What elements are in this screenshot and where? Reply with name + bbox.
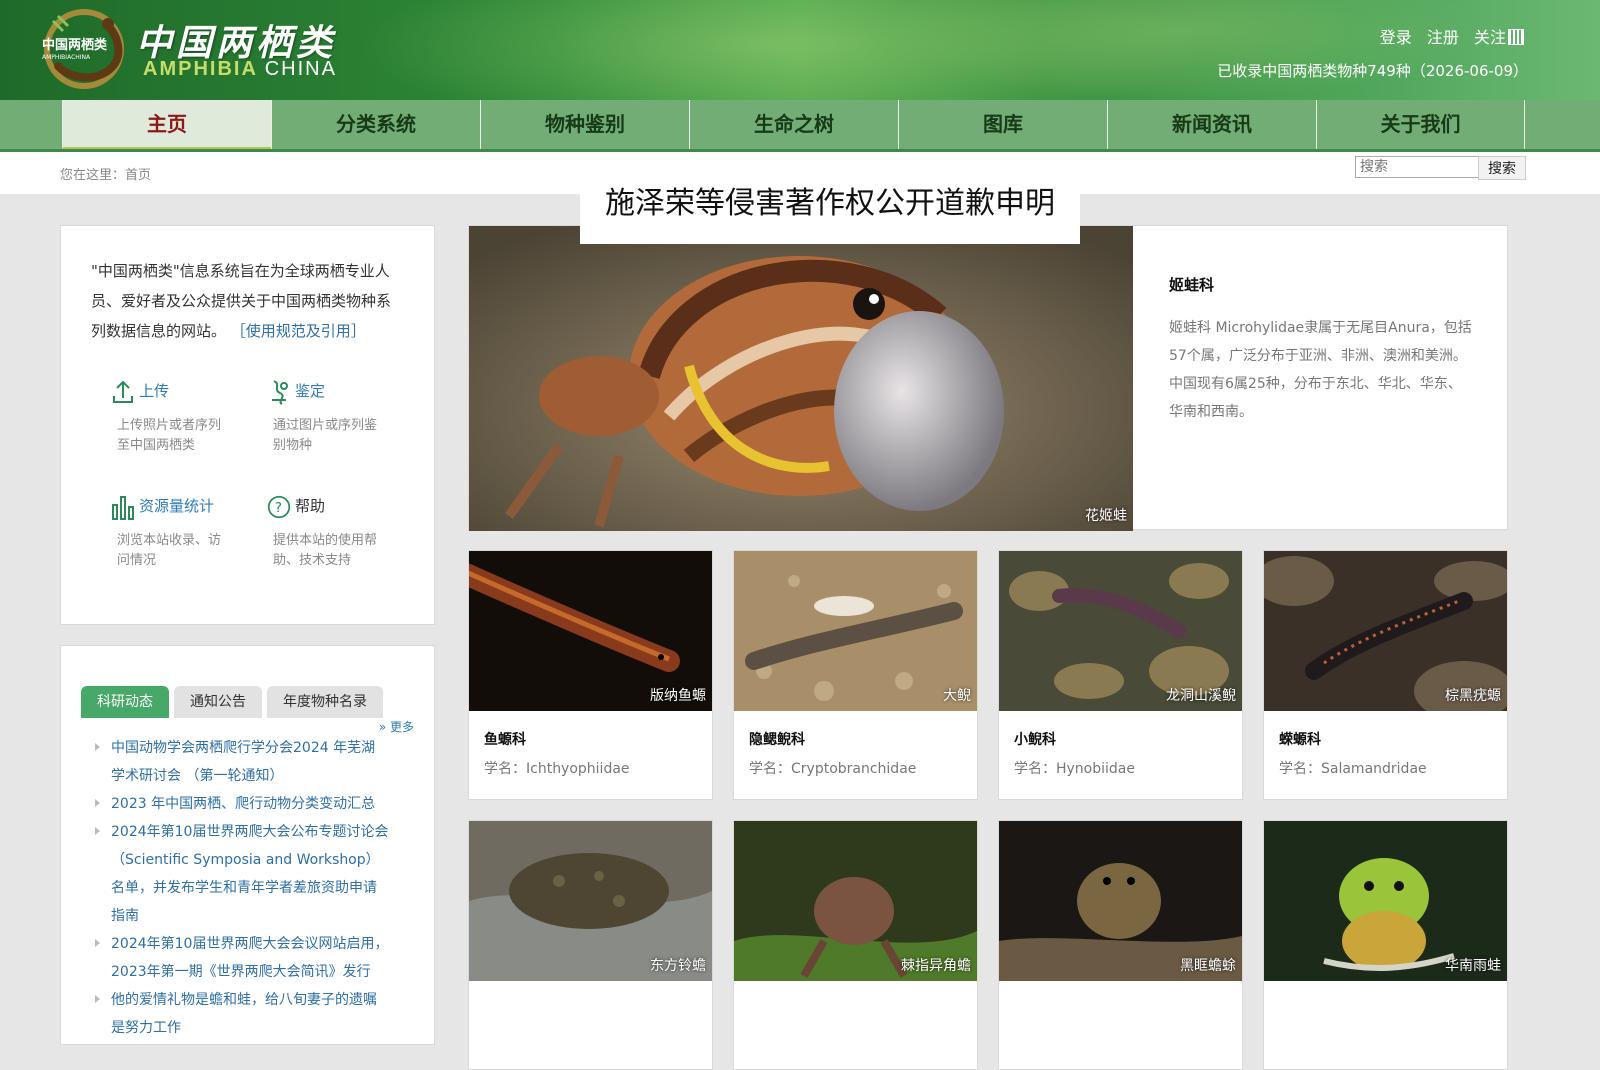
family-card[interactable]: 大鲵隐鳃鲵科学名：Cryptobranchidae xyxy=(733,550,978,800)
stats-icon xyxy=(112,495,134,520)
nav-item-1[interactable]: 分类系统 xyxy=(271,100,480,149)
tool-upload-title: 上传 xyxy=(139,382,170,400)
news-item[interactable]: 2023 年中国两栖、爬行动物分类变动汇总 xyxy=(89,790,389,818)
user-links: 登录 注册 关注 xyxy=(1370,24,1524,48)
qr-code-icon xyxy=(1508,29,1524,45)
card-photo[interactable]: 东方铃蟾 xyxy=(469,821,712,981)
nav-item-2[interactable]: 物种鉴别 xyxy=(480,100,689,149)
news-tab-0[interactable]: 科研动态 xyxy=(81,686,169,718)
news-tab-2[interactable]: 年度物种名录 xyxy=(267,686,383,718)
card-family-name[interactable]: 隐鳃鲵科 xyxy=(749,729,805,749)
feature-panel: 花姬蛙 姬蛙科 姬蛙科 Microhylidae隶属于无尾目Anura，包括57… xyxy=(468,225,1508,531)
feature-description: 姬蛙科 Microhylidae隶属于无尾目Anura，包括57个属，广泛分布于… xyxy=(1169,320,1472,420)
tool-stats-desc: 浏览本站收录、访问情况 xyxy=(117,533,222,568)
card-photo[interactable]: 大鲵 xyxy=(734,551,977,711)
tool-stats[interactable]: 资源量统计 浏览本站收录、访问情况 xyxy=(111,491,251,571)
nav-item-6[interactable]: 关于我们 xyxy=(1316,100,1525,149)
news-item[interactable]: 他的爱情礼物是蟾和蛙，给八旬妻子的遗嘱是努力工作 xyxy=(89,986,389,1042)
logo-en-amphibia: AMPHIBIA xyxy=(143,58,258,80)
card-scientific-name: 学名：Salamandridae xyxy=(1279,761,1427,777)
site-logo-english[interactable]: AMPHIBIA CHINA xyxy=(143,58,337,81)
identify-icon xyxy=(272,379,288,405)
tool-upload-desc: 上传照片或者序列至中国两栖类 xyxy=(117,418,222,453)
family-card[interactable]: 黑眶蟾蜍 xyxy=(998,820,1243,1070)
card-scientific-name: 学名：Hynobiidae xyxy=(1014,761,1135,777)
card-photo-label: 黑眶蟾蜍 xyxy=(1180,958,1236,974)
card-photo[interactable]: 黑眶蟾蜍 xyxy=(999,821,1242,981)
logo-en-china: CHINA xyxy=(264,58,337,80)
news-item[interactable]: 2024年第10届世界两爬大会会议网站启用，2023年第一期《世界两爬大会简讯》… xyxy=(89,930,389,986)
card-photo[interactable]: 版纳鱼螈 xyxy=(469,551,712,711)
card-photo[interactable]: 龙洞山溪鲵 xyxy=(999,551,1242,711)
svg-text:?: ? xyxy=(275,500,282,516)
news-list: 中国动物学会两栖爬行学分会2024 年芜湖学术研讨会 （第一轮通知） 2023 年… xyxy=(89,734,389,1042)
register-link[interactable]: 注册 xyxy=(1427,28,1459,47)
card-photo-label: 华南雨蛙 xyxy=(1445,958,1501,974)
intro-panel: "中国两栖类"信息系统旨在为全球两栖专业人员、爱好者及公众提供关于中国两栖类物种… xyxy=(60,225,435,625)
news-tab-1[interactable]: 通知公告 xyxy=(174,686,262,718)
salamander-logo-icon[interactable]: 中国两栖类 AMPHIBIACHINA xyxy=(38,6,130,92)
card-family-name[interactable]: 小鲵科 xyxy=(1014,729,1056,749)
card-family-name[interactable]: 鱼螈科 xyxy=(484,729,526,749)
tool-identify-title: 鉴定 xyxy=(295,382,326,400)
card-photo[interactable]: 华南雨蛙 xyxy=(1264,821,1507,981)
card-scientific-name: 学名：Ichthyophiidae xyxy=(484,761,630,777)
follow-label: 关注 xyxy=(1473,28,1506,47)
card-photo-label: 东方铃蟾 xyxy=(650,958,706,974)
family-card[interactable]: 龙洞山溪鲵小鲵科学名：Hynobiidae xyxy=(998,550,1243,800)
news-panel: 科研动态 通知公告 年度物种名录 » 更多 中国动物学会两栖爬行学分会2024 年芜… xyxy=(60,645,435,1045)
follow-link[interactable]: 关注 xyxy=(1474,28,1524,47)
feature-photo-label: 花姬蛙 xyxy=(1085,508,1127,524)
tool-identify[interactable]: 鉴定 通过图片或序列鉴别物种 xyxy=(267,376,407,456)
news-tabs: 科研动态 通知公告 年度物种名录 xyxy=(81,686,388,718)
family-card[interactable]: 棘指异角蟾 xyxy=(733,820,978,1070)
svg-text:AMPHIBIACHINA: AMPHIBIACHINA xyxy=(42,54,91,61)
species-photo xyxy=(734,551,977,711)
tool-identify-desc: 通过图片或序列鉴别物种 xyxy=(273,418,378,453)
usage-terms-link[interactable]: ［使用规范及引用］ xyxy=(231,322,366,340)
family-card[interactable]: 东方铃蟾 xyxy=(468,820,713,1070)
nav-item-3[interactable]: 生命之树 xyxy=(689,100,898,149)
card-family-name[interactable]: 蝾螈科 xyxy=(1279,729,1321,749)
tool-stats-title: 资源量统计 xyxy=(139,497,215,515)
intro-text: "中国两栖类"信息系统旨在为全球两栖专业人员、爱好者及公众提供关于中国两栖类物种… xyxy=(91,256,401,346)
search-button[interactable]: 搜索 xyxy=(1478,156,1526,180)
help-icon: ? xyxy=(267,495,291,518)
feature-headline[interactable]: 施泽荣等侵害著作权公开道歉申明 xyxy=(580,180,1080,244)
site-header: 中国两栖类 AMPHIBIACHINA 中国两栖类 AMPHIBIA CHINA… xyxy=(0,0,1600,100)
login-link[interactable]: 登录 xyxy=(1380,28,1412,47)
feature-photo[interactable]: 花姬蛙 xyxy=(469,226,1133,531)
main-nav: 主页 分类系统 物种鉴别 生命之树 图库 新闻资讯 关于我们 xyxy=(0,100,1600,152)
breadcrumb: 您在这里：首页 xyxy=(60,168,152,183)
frog-photo xyxy=(469,226,1133,531)
card-photo[interactable]: 棘指异角蟾 xyxy=(734,821,977,981)
card-photo-label: 龙洞山溪鲵 xyxy=(1166,688,1236,704)
nav-item-0[interactable]: 主页 xyxy=(62,100,271,149)
feature-family-name[interactable]: 姬蛙科 xyxy=(1169,274,1214,295)
card-scientific-name: 学名：Cryptobranchidae xyxy=(749,761,917,777)
card-photo[interactable]: 棕黑疣螈 xyxy=(1264,551,1507,711)
family-card[interactable]: 棕黑疣螈蝾螈科学名：Salamandridae xyxy=(1263,550,1508,800)
news-item[interactable]: 2024年第10届世界两爬大会公布专题讨论会（Scientific Sympos… xyxy=(89,818,389,930)
card-photo-label: 大鲵 xyxy=(943,688,971,704)
more-news-link[interactable]: » 更多 xyxy=(379,718,414,735)
svg-text:中国两栖类: 中国两栖类 xyxy=(42,37,108,53)
tool-help-title: 帮助 xyxy=(295,497,326,515)
card-photo-label: 版纳鱼螈 xyxy=(650,688,706,704)
tool-help-desc: 提供本站的使用帮助、技术支持 xyxy=(273,533,378,568)
card-photo-label: 棘指异角蟾 xyxy=(901,958,971,974)
species-count: 已收录中国两栖类物种749种（2026-06-09） xyxy=(1217,62,1528,80)
tool-upload[interactable]: 上传 上传照片或者序列至中国两栖类 xyxy=(111,376,251,456)
family-card[interactable]: 版纳鱼螈鱼螈科学名：Ichthyophiidae xyxy=(468,550,713,800)
upload-icon xyxy=(113,380,133,403)
card-photo-label: 棕黑疣螈 xyxy=(1445,688,1501,704)
nav-item-5[interactable]: 新闻资讯 xyxy=(1107,100,1316,149)
tool-help[interactable]: ? 帮助 提供本站的使用帮助、技术支持 xyxy=(267,491,407,571)
family-card[interactable]: 华南雨蛙 xyxy=(1263,820,1508,1070)
nav-item-4[interactable]: 图库 xyxy=(898,100,1107,149)
news-item[interactable]: 中国动物学会两栖爬行学分会2024 年芜湖学术研讨会 （第一轮通知） xyxy=(89,734,389,790)
